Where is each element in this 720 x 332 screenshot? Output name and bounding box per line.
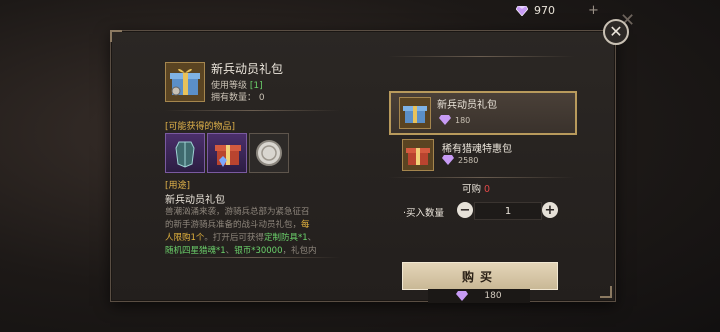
divider: [388, 56, 574, 57]
store-item[interactable]: 稀有猎魂特惠包 2580: [398, 137, 568, 171]
gift-box-icon: [215, 145, 241, 167]
diamond-icon: [456, 291, 469, 301]
item-gift-icon: [165, 62, 205, 102]
diamond-icon: [439, 115, 451, 125]
owned-count: 拥有数量： 0: [211, 90, 265, 103]
store-item-selected[interactable]: 新兵动员礼包 180: [389, 91, 577, 135]
diamond-icon: [516, 5, 528, 16]
owned-value: 0: [258, 93, 265, 103]
reward-slot-armor[interactable]: [165, 133, 205, 173]
desc-line: 人限购1个。打开后可获得定制防具*1、: [165, 233, 317, 243]
diamond-icon: [442, 155, 454, 165]
can-buy-label: 可购: [462, 184, 482, 195]
divider: [388, 177, 574, 178]
gem-amount: 970: [534, 4, 555, 17]
close-icon: ✕: [609, 22, 623, 41]
panel-corner-decoration: [600, 286, 612, 298]
quantity-label: ·买入数量: [403, 208, 445, 219]
gift-box-icon: [406, 148, 430, 165]
divider: [165, 257, 340, 258]
silver-coin-icon: [256, 140, 282, 166]
armor-icon: [175, 141, 195, 168]
gift-box-icon: [403, 106, 427, 123]
desc-line: 的新手游骑兵准备的战斗动员礼包，每: [165, 220, 310, 230]
item-description: 兽潮汹涌来袭，游骑兵总部为紧急征召 的新手游骑兵准备的战斗动员礼包，每 人限购1…: [165, 206, 343, 258]
panel-corner-decoration: [110, 30, 122, 42]
quantity-increase-button[interactable]: +: [542, 202, 558, 218]
store-item-icon: [399, 97, 431, 129]
buy-button[interactable]: 购买: [402, 262, 558, 290]
close-button[interactable]: ✕: [603, 19, 629, 45]
gift-box-icon: [170, 68, 200, 96]
store-item-price: 180: [439, 115, 470, 125]
owned-label: 拥有数量：: [211, 93, 257, 103]
reward-slot-hunt-soul[interactable]: [207, 133, 247, 173]
possible-items-label: [可能获得的物品]: [165, 122, 236, 132]
divider: [165, 110, 340, 111]
item-title: 新兵动员礼包: [211, 62, 284, 76]
total-price-value: 180: [484, 291, 502, 301]
desc-line: 兽潮汹涌来袭，游骑兵总部为紧急征召: [165, 207, 310, 217]
usage-title: 新兵动员礼包: [165, 195, 225, 206]
can-buy-value: 0: [484, 184, 491, 195]
store-item-name: 新兵动员礼包: [437, 100, 497, 111]
total-price: 180: [428, 289, 530, 303]
usage-label: [用途]: [165, 181, 191, 191]
add-gems-button[interactable]: +: [588, 3, 599, 18]
store-item-icon: [402, 139, 434, 171]
gem-currency: 970: [516, 4, 555, 17]
reward-list: [165, 133, 289, 173]
purchase-limit: 可购 0: [462, 181, 490, 195]
quantity-input[interactable]: 1: [474, 202, 542, 220]
store-item-price: 2580: [442, 155, 478, 165]
store-item-name: 稀有猎魂特惠包: [442, 144, 512, 155]
reward-slot-silver-coin[interactable]: [249, 133, 289, 173]
quantity-decrease-button[interactable]: −: [457, 202, 473, 218]
